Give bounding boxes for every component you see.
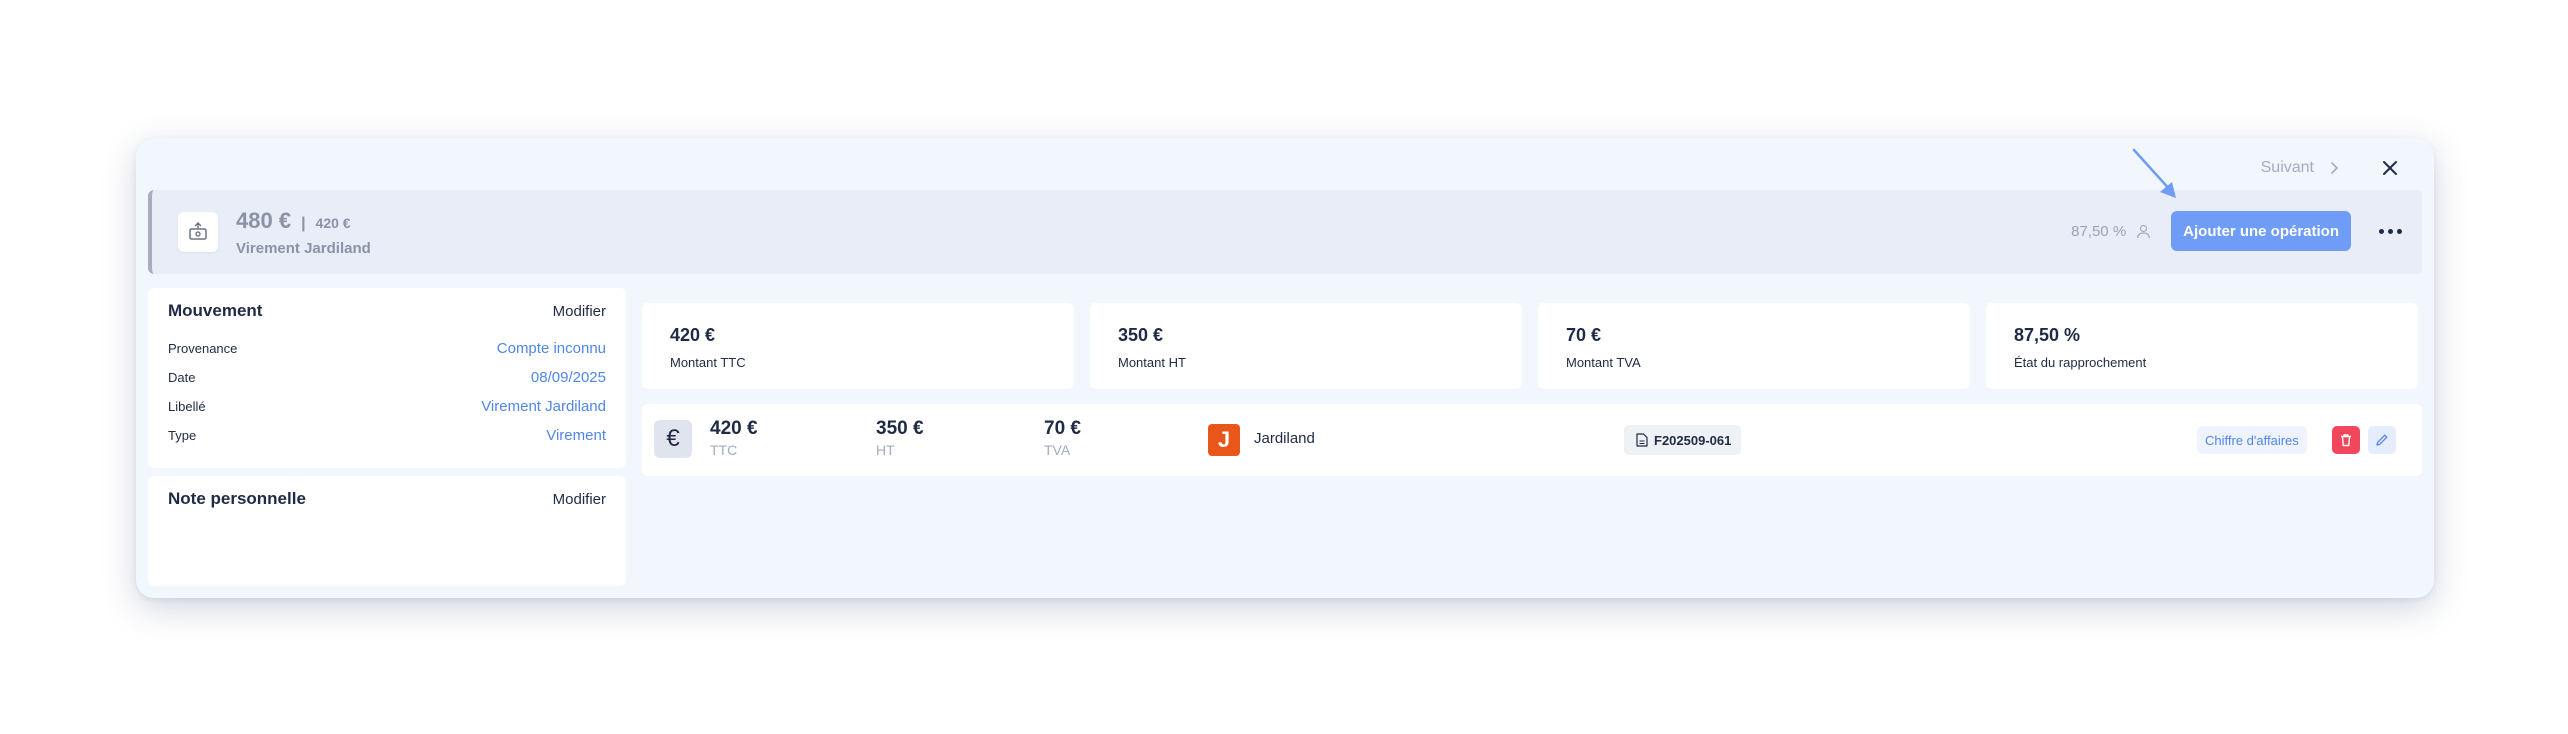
- mouvement-edit-button[interactable]: Modifier: [553, 303, 606, 320]
- ht-label: HT: [876, 442, 895, 458]
- document-badge[interactable]: F202509-061: [1624, 425, 1742, 455]
- add-operation-button[interactable]: Ajouter une opération: [2171, 211, 2351, 251]
- amount-tva: 70 € TVA: [1044, 418, 1081, 458]
- detail-key: Libellé: [168, 399, 206, 414]
- detail-row: Type Virement: [148, 421, 626, 450]
- detail-key: Date: [168, 370, 196, 385]
- stat-card: 70 € Montant TVA: [1538, 303, 1970, 389]
- pointer-arrow-icon: [2132, 148, 2176, 198]
- detail-row: Date 08/09/2025: [148, 363, 626, 392]
- edit-button[interactable]: [2368, 426, 2396, 454]
- delete-button[interactable]: [2332, 426, 2360, 454]
- document-icon: [1636, 433, 1648, 447]
- close-button[interactable]: [2376, 154, 2404, 182]
- operation-modal: Suivant 480 € | 420 € Virement Jardiland…: [136, 138, 2434, 598]
- chevron-right-icon: [2331, 162, 2338, 174]
- stat-card: 87,50 % État du rapprochement: [1986, 303, 2418, 389]
- operation-row[interactable]: € 420 € TTC 350 € HT 70 € TVA J Jardilan…: [642, 404, 2422, 476]
- stat-value: 350 €: [1118, 325, 1164, 345]
- stat-value: 420 €: [670, 325, 716, 345]
- merchant-name: Jardiland: [1254, 430, 1315, 447]
- next-label: Suivant: [2260, 159, 2314, 176]
- note-card: Note personnelle Modifier: [148, 476, 626, 586]
- more-horizontal-icon[interactable]: [2373, 223, 2408, 240]
- amount-separator: |: [301, 215, 306, 232]
- stat-card: 350 € Montant HT: [1090, 303, 1522, 389]
- transaction-header: 480 € | 420 € Virement Jardiland 87,50 %…: [148, 190, 2422, 274]
- ttc-value: 420 €: [710, 418, 758, 439]
- euro-icon: €: [654, 420, 692, 458]
- stat-card: 420 € Montant TTC: [642, 303, 1074, 389]
- document-number: F202509-061: [1654, 432, 1732, 448]
- tva-label: TVA: [1044, 442, 1071, 458]
- ttc-label: TTC: [710, 442, 738, 458]
- close-icon: [2383, 161, 2397, 175]
- detail-value-link[interactable]: Compte inconnu: [497, 340, 606, 357]
- merchant-logo: J: [1208, 424, 1240, 456]
- note-edit-button[interactable]: Modifier: [553, 491, 606, 508]
- header-actions: 87,50 % Ajouter une opération: [2071, 210, 2408, 252]
- trash-icon: [2341, 434, 2351, 447]
- detail-key: Provenance: [168, 341, 238, 356]
- detail-value-link[interactable]: 08/09/2025: [531, 369, 606, 386]
- amount-main: 480 €: [236, 208, 292, 233]
- detail-key: Type: [168, 428, 197, 443]
- tva-value: 70 €: [1044, 418, 1081, 439]
- stat-label: État du rapprochement: [2014, 355, 2147, 370]
- detail-row: Libellé Virement Jardiland: [148, 392, 626, 421]
- stat-value: 87,50 %: [2014, 325, 2081, 345]
- top-navigation: Suivant: [2261, 150, 2404, 186]
- amount-ht: 350 € HT: [876, 418, 924, 458]
- stat-label: Montant HT: [1118, 355, 1186, 370]
- detail-row: Provenance Compte inconnu: [148, 334, 626, 363]
- transaction-label: Virement Jardiland: [236, 240, 371, 257]
- header-amounts: 480 € | 420 €: [236, 208, 351, 234]
- stat-label: Montant TTC: [670, 355, 746, 370]
- stat-value: 70 €: [1566, 325, 1602, 345]
- next-button[interactable]: Suivant: [2261, 159, 2340, 177]
- bank-transfer-icon: [178, 212, 218, 252]
- category-badge[interactable]: Chiffre d'affaires: [2197, 426, 2307, 454]
- mouvement-title: Mouvement: [168, 301, 263, 320]
- stat-label: Montant TVA: [1566, 355, 1641, 370]
- amount-sub: 420 €: [315, 215, 351, 231]
- pencil-icon: [2376, 434, 2388, 446]
- detail-value-link[interactable]: Virement Jardiland: [481, 398, 606, 415]
- user-icon[interactable]: [2136, 224, 2151, 239]
- ht-value: 350 €: [876, 418, 924, 439]
- mouvement-card: Mouvement Modifier Provenance Compte inc…: [148, 288, 626, 468]
- detail-value-link[interactable]: Virement: [546, 427, 606, 444]
- note-title: Note personnelle: [168, 489, 306, 508]
- reconciliation-percent: 87,50 %: [2071, 222, 2127, 240]
- amount-ttc: 420 € TTC: [710, 418, 758, 458]
